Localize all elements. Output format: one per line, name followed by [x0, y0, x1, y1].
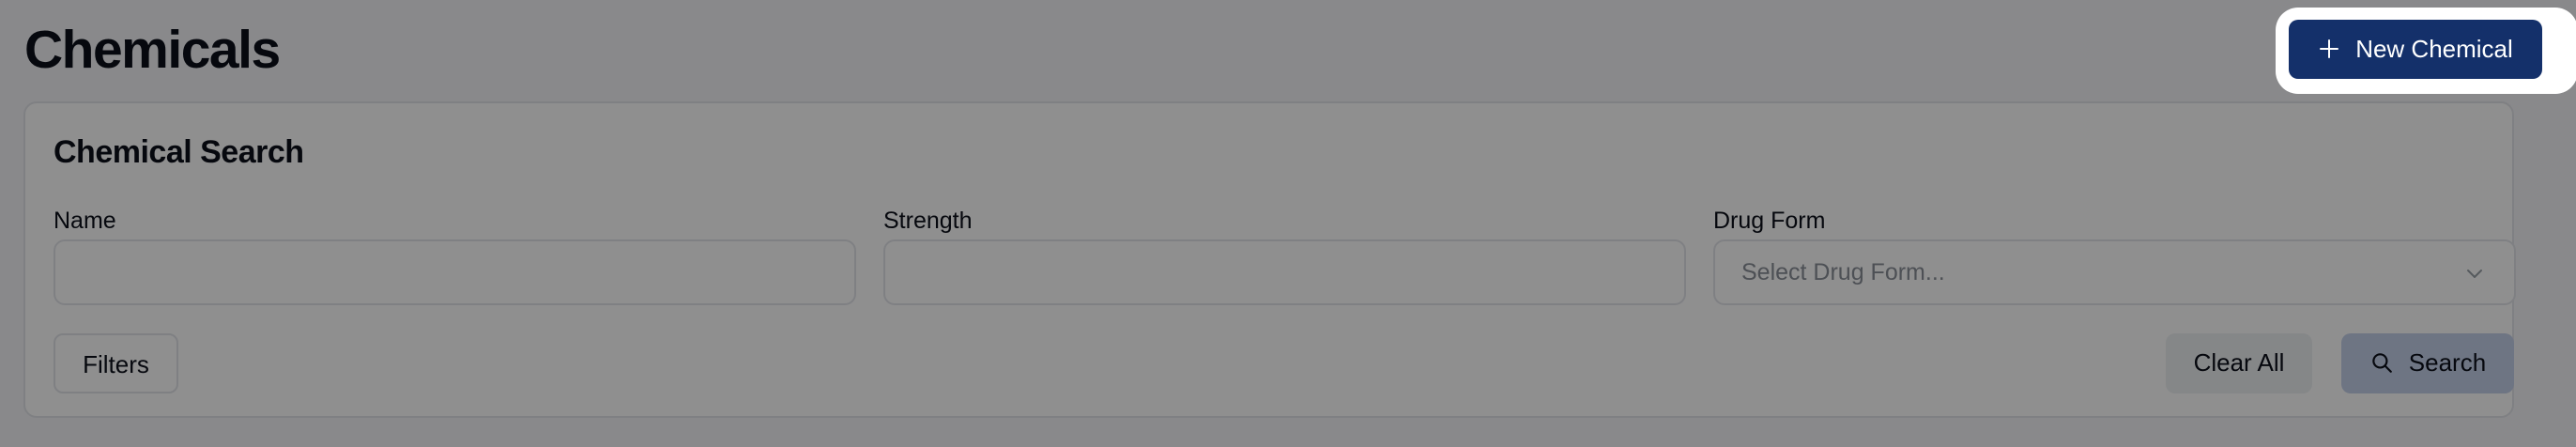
- new-chemical-label: New Chemical: [2355, 35, 2513, 63]
- new-chemical-button[interactable]: New Chemical: [2289, 20, 2542, 79]
- modal-overlay: [0, 0, 2576, 447]
- plus-icon: [2320, 39, 2339, 59]
